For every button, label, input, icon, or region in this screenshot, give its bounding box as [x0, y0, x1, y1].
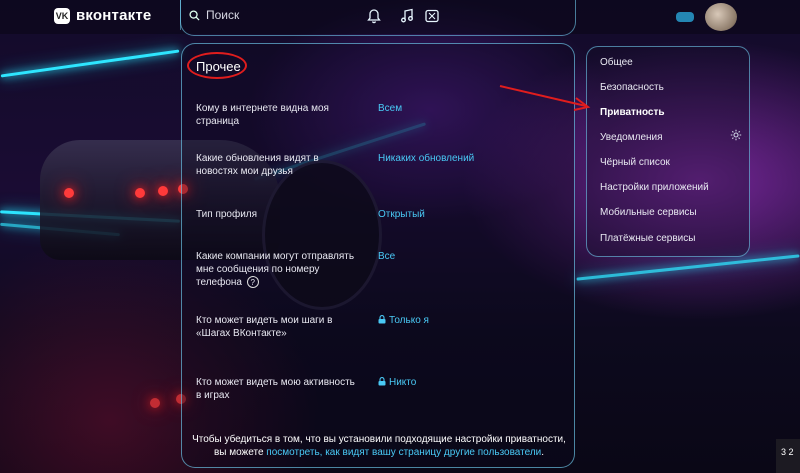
- settings-nav: Общее Безопасность Приватность Уведомлен…: [586, 46, 750, 257]
- setting-value-text: Никто: [389, 377, 417, 388]
- setting-label: Кто может видеть мои шаги в «Шагах ВКонт…: [196, 315, 333, 339]
- privacy-footer-note: Чтобы убедиться в том, что вы установили…: [192, 433, 566, 459]
- music-icon[interactable]: [397, 6, 417, 26]
- vk-logo[interactable]: VK вконтакте: [54, 7, 151, 24]
- footer-end: .: [541, 447, 545, 458]
- setting-value[interactable]: Открытый: [378, 208, 425, 221]
- games-icon[interactable]: [422, 6, 442, 26]
- lock-icon: [378, 377, 386, 386]
- help-icon[interactable]: ?: [246, 276, 259, 289]
- search-box[interactable]: [180, 0, 340, 30]
- gear-icon[interactable]: [730, 129, 742, 141]
- setting-value-text: Только я: [389, 315, 429, 326]
- setting-value[interactable]: Только я: [378, 314, 429, 327]
- nav-item-label: Уведомления: [600, 132, 663, 143]
- lock-icon: [378, 315, 386, 324]
- tail-light: [64, 188, 74, 198]
- nav-item-notifications[interactable]: Уведомления: [600, 129, 746, 143]
- neon-streak: [576, 254, 800, 281]
- search-input[interactable]: [206, 8, 326, 22]
- view-profile-as-others-link[interactable]: посмотреть, как видят вашу страницу друг…: [266, 447, 541, 458]
- setting-value[interactable]: Все: [378, 250, 395, 263]
- section-title: Прочее: [196, 59, 241, 74]
- nav-item-app-settings[interactable]: Настройки приложений: [600, 182, 709, 193]
- search-icon: [189, 9, 200, 21]
- tail-light-reflection: [150, 398, 160, 408]
- setting-label: Какие компании могут отправлять мне сооб…: [196, 250, 356, 289]
- corner-counter: 3 2: [776, 439, 800, 473]
- setting-value[interactable]: Всем: [378, 102, 402, 115]
- vk-logo-text: вконтакте: [76, 7, 152, 24]
- setting-label: Тип профиля: [196, 209, 258, 220]
- setting-label: Кто может видеть мою активность в играх: [196, 377, 355, 401]
- avatar[interactable]: [705, 3, 737, 31]
- nav-item-general[interactable]: Общее: [600, 57, 633, 68]
- nav-item-security[interactable]: Безопасность: [600, 82, 664, 93]
- nav-item-privacy[interactable]: Приватность: [600, 107, 665, 118]
- neon-streak: [0, 49, 180, 78]
- setting-label-text: Какие компании могут отправлять мне сооб…: [196, 251, 355, 288]
- top-header: VK вконтакте: [0, 0, 800, 36]
- nav-item-blacklist[interactable]: Чёрный список: [600, 157, 670, 168]
- nav-item-payment-services[interactable]: Платёжные сервисы: [600, 233, 695, 244]
- nav-item-mobile-services[interactable]: Мобильные сервисы: [600, 207, 697, 218]
- tail-light: [135, 188, 145, 198]
- vk-logo-icon: VK: [54, 7, 70, 24]
- setting-label: Кому в интернете видна моя страница: [196, 103, 329, 127]
- bell-icon[interactable]: [364, 6, 384, 26]
- status-decoration: [676, 12, 694, 22]
- setting-value[interactable]: Никаких обновлений: [378, 152, 474, 165]
- privacy-settings-panel: Прочее Кому в интернете видна моя страни…: [181, 43, 575, 468]
- setting-value[interactable]: Никто: [378, 376, 416, 389]
- tail-light: [158, 186, 168, 196]
- setting-label: Какие обновления видят в новостях мои др…: [196, 153, 319, 177]
